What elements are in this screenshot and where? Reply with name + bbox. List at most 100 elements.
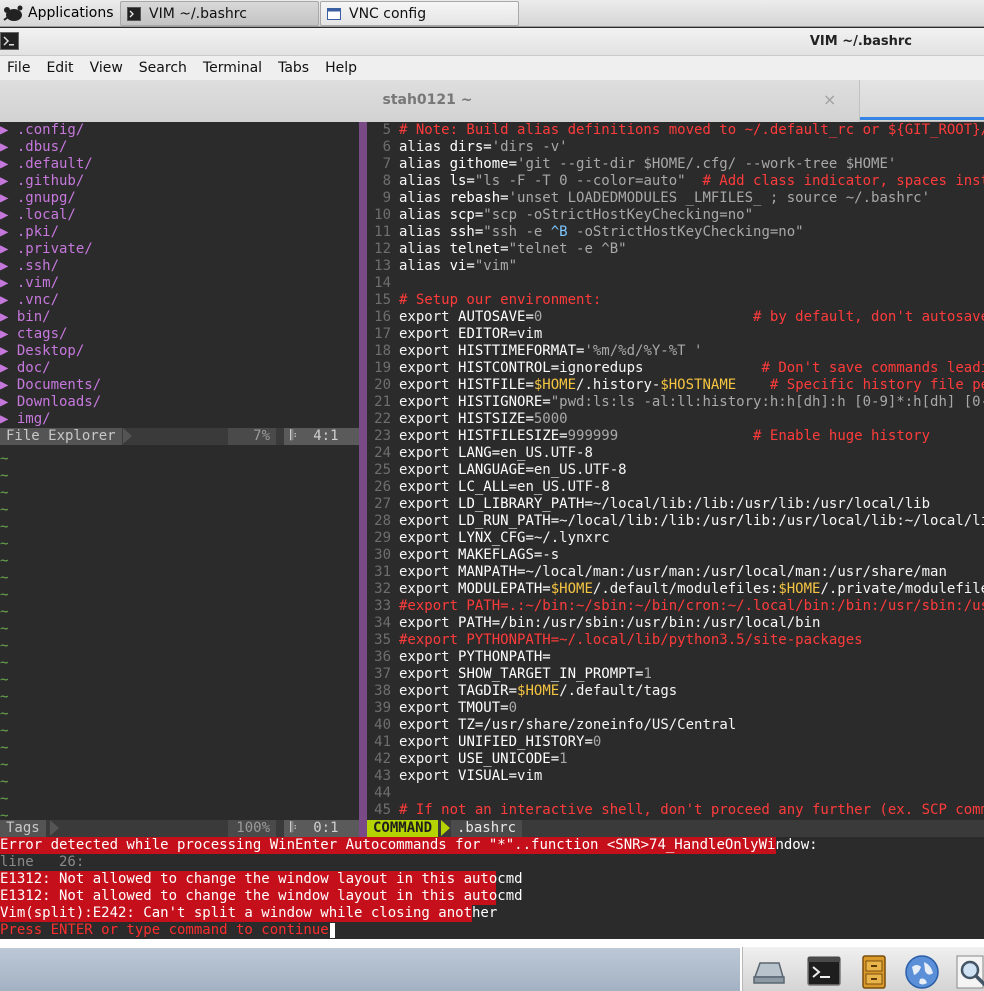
explorer-item[interactable]: ▶ .pki/ — [0, 224, 59, 241]
code-token: 'dirs -v' — [491, 139, 568, 155]
explorer-item[interactable]: ▶ Downloads/ — [0, 394, 101, 411]
explorer-item[interactable]: ▶ .config/ — [0, 122, 84, 139]
explorer-item[interactable]: ▶ .dbus/ — [0, 139, 67, 156]
code-token: $HOME — [517, 683, 560, 699]
bashrc-editor[interactable]: 5 # Note: Build alias definitions moved t… — [367, 122, 984, 822]
line-number: 37 — [374, 666, 391, 682]
code-token: HISTFILE= — [458, 377, 534, 393]
explorer-item[interactable]: ▶ .gnupg/ — [0, 190, 76, 207]
expand-arrow-icon: ▶ — [0, 156, 17, 172]
code-token: # Enable huge history — [618, 428, 931, 444]
line-number: 16 — [374, 309, 391, 325]
explorer-item[interactable]: ▶ ctags/ — [0, 326, 67, 343]
code-line: 22 export HISTSIZE=5000 — [367, 411, 567, 428]
explorer-item[interactable]: ▶ .ssh/ — [0, 258, 59, 275]
explorer-item[interactable]: ▶ .vim/ — [0, 275, 59, 292]
code-token: export — [399, 751, 459, 767]
explorer-item[interactable]: ▶ .default/ — [0, 156, 93, 173]
empty-line-marker: ~ — [0, 672, 9, 688]
tab-close-icon[interactable]: × — [823, 90, 836, 109]
code-token: 1 — [643, 666, 652, 682]
explorer-item[interactable]: ▶ Documents/ — [0, 377, 101, 394]
explorer-item[interactable]: ▶ .vnc/ — [0, 292, 59, 309]
search-icon[interactable] — [953, 953, 984, 991]
empty-line-marker: ~ — [0, 757, 9, 773]
explorer-item[interactable]: ▶ Desktop/ — [0, 343, 84, 360]
code-token: /usr/share/zoneinfo/US/Central — [483, 717, 737, 733]
pane-divider[interactable] — [359, 122, 367, 837]
code-token: "telnet -e ^B" — [508, 241, 627, 257]
directory-name: .github/ — [16, 173, 85, 189]
expand-arrow-icon: ▶ — [0, 190, 17, 206]
code-line: 45 # If not an interactive shell, don't p… — [367, 802, 984, 819]
empty-line-marker: ~ — [0, 621, 9, 637]
explorer-item[interactable]: ▶ img/ — [0, 411, 51, 428]
terminal-area[interactable]: ▶ .config/▶ .dbus/▶ .default/▶ .github/▶… — [0, 122, 984, 939]
code-token: $HOME — [550, 581, 593, 597]
continue-prompt[interactable]: Press ENTER or type command to continue — [0, 922, 335, 939]
code-token: # Setup our environment: — [399, 292, 602, 308]
code-token: EDITOR= — [458, 326, 518, 342]
tab-stah0121[interactable]: stah0121 ~ × — [0, 80, 860, 122]
status-separator — [123, 428, 132, 444]
menu-terminal[interactable]: Terminal — [203, 60, 262, 76]
code-token: ssh= — [449, 224, 484, 240]
code-token: export — [399, 394, 459, 410]
line-number: 11 — [374, 224, 391, 240]
window-titlebar[interactable]: VIM ~/.bashrc — [0, 28, 984, 56]
empty-line-marker: ~ — [0, 451, 9, 467]
code-token: telnet= — [449, 241, 509, 257]
tab-label: stah0121 ~ — [382, 92, 473, 108]
task-vnc-config[interactable]: VNC config — [320, 1, 519, 26]
directory-name: Documents/ — [16, 377, 102, 393]
terminal-icon[interactable] — [805, 953, 843, 991]
code-token: 'unset LOADEDMODULES _LMFILES_ ; source … — [508, 190, 931, 206]
code-token: export — [399, 377, 459, 393]
menu-edit[interactable]: Edit — [46, 60, 73, 76]
directory-name: .dbus/ — [16, 139, 68, 155]
code-token: LYNX_CFG= — [458, 530, 534, 546]
explorer-item[interactable]: ▶ .private/ — [0, 241, 93, 258]
code-token: 999999 — [567, 428, 619, 444]
line-number: 7 — [382, 156, 391, 172]
expand-arrow-icon: ▶ — [0, 309, 17, 325]
menu-help[interactable]: Help — [325, 60, 357, 76]
code-line: 39 export TMOUT=0 — [367, 700, 517, 717]
globe-icon[interactable] — [903, 953, 941, 991]
terminal-icon[interactable] — [0, 32, 19, 50]
error-message: E1312: Not allowed to change the window … — [0, 888, 523, 905]
eject-icon[interactable] — [749, 953, 787, 991]
menu-search[interactable]: Search — [139, 60, 187, 76]
explorer-item[interactable]: ▶ doc/ — [0, 360, 51, 377]
menu-tabs[interactable]: Tabs — [278, 60, 309, 76]
applications-menu-button[interactable]: Applications — [2, 1, 114, 25]
empty-line-marker: ~ — [0, 485, 9, 501]
code-token: ~/.lynxrc — [533, 530, 610, 546]
code-token: alias — [399, 258, 450, 274]
explorer-item[interactable]: ▶ bin/ — [0, 309, 51, 326]
code-line: 36 export PYTHONPATH= — [367, 649, 551, 666]
code-token: export — [399, 581, 459, 597]
code-token: TZ= — [458, 717, 484, 733]
directory-name: .pki/ — [16, 224, 60, 240]
explorer-item[interactable]: ▶ .github/ — [0, 173, 84, 190]
code-token: en_US.UTF-8 — [533, 462, 627, 478]
code-token: TAGDIR= — [458, 683, 518, 699]
line-indicator-icon: 𝄆 — [290, 820, 297, 836]
line-number: 23 — [374, 428, 391, 444]
empty-line-marker: ~ — [0, 570, 9, 586]
menu-file[interactable]: File — [7, 60, 30, 76]
expand-arrow-icon: ▶ — [0, 411, 17, 427]
empty-line-marker: ~ — [0, 791, 9, 807]
code-token: "pwd:ls:ls -al:ll:history:h:h[dh]:h [0-9… — [550, 394, 984, 410]
directory-name: Desktop/ — [16, 343, 85, 359]
code-line: 26 export LC_ALL=en_US.UTF-8 — [367, 479, 610, 496]
line-number: 21 — [374, 394, 391, 410]
file-cabinet-icon[interactable] — [855, 953, 893, 991]
code-token: HISTSIZE= — [458, 411, 534, 427]
menu-view[interactable]: View — [90, 60, 123, 76]
code-token: MODULEPATH= — [458, 581, 551, 597]
explorer-item[interactable]: ▶ .local/ — [0, 207, 76, 224]
line-number: 24 — [374, 445, 391, 461]
task-vim-bashrc[interactable]: VIM ~/.bashrc — [120, 1, 319, 26]
